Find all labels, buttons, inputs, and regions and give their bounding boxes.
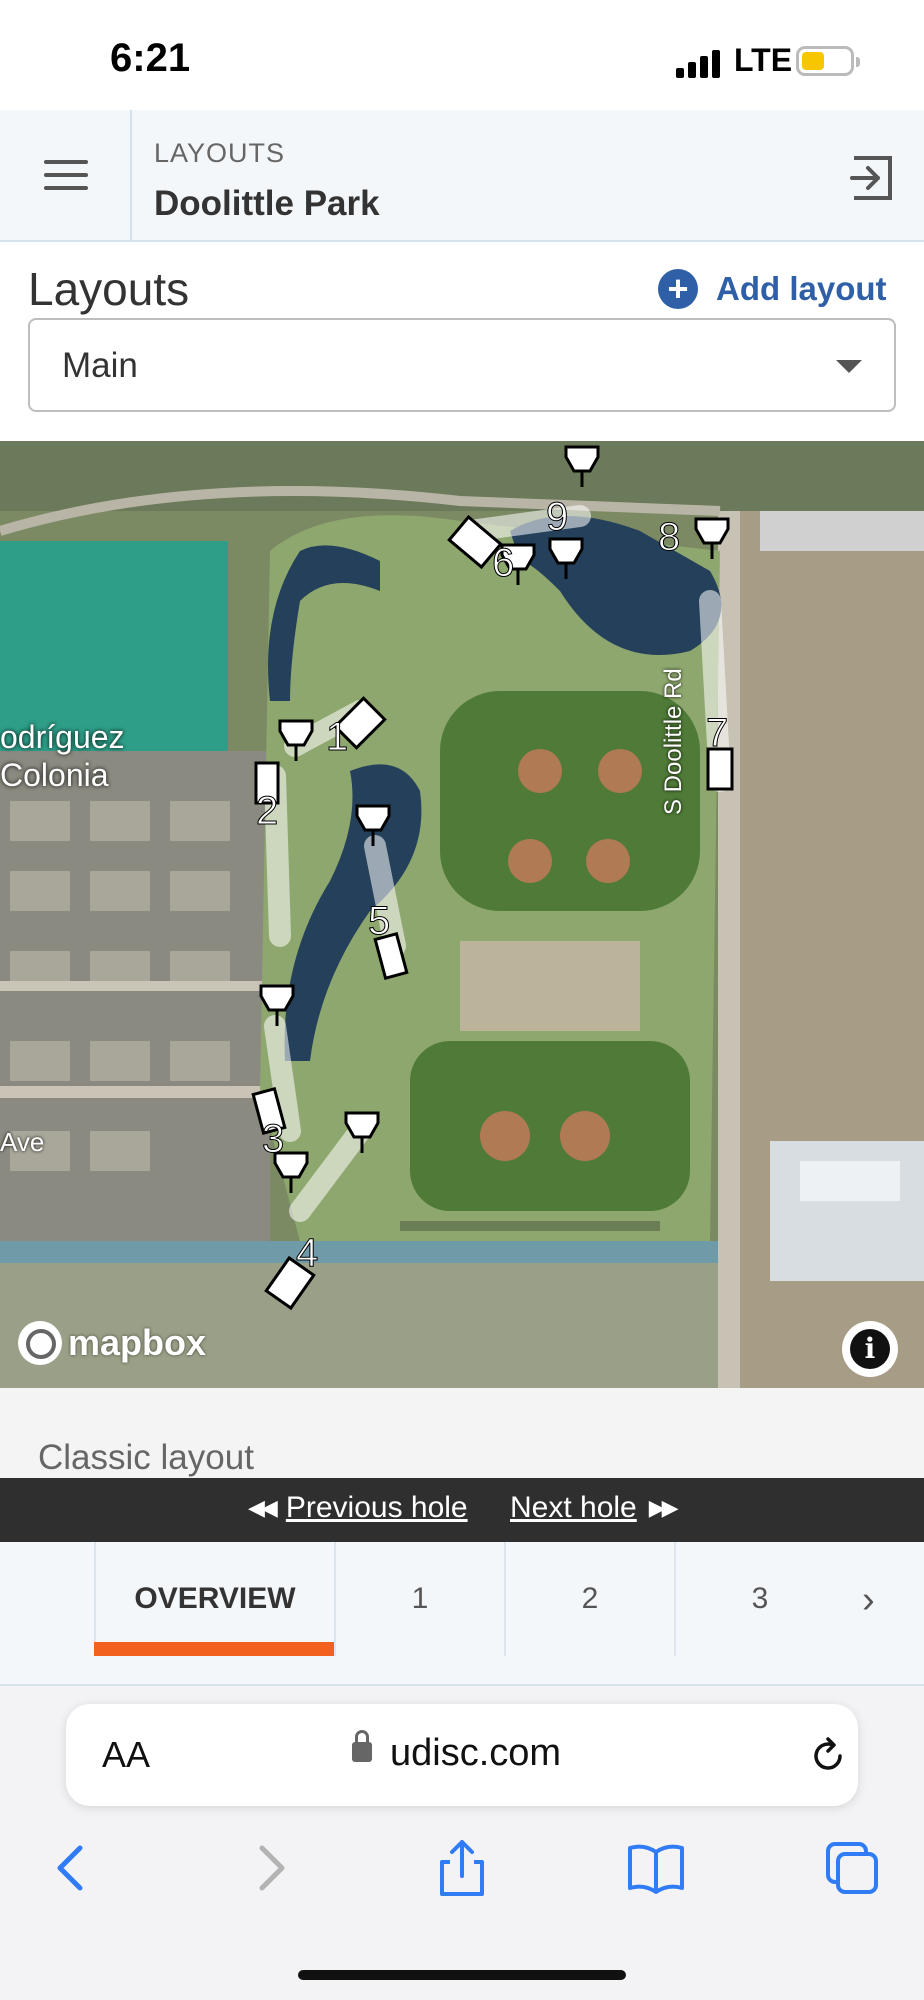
hole-number-8: 8 <box>657 515 681 560</box>
next-hole-link[interactable]: Next hole ▶▶ <box>510 1491 687 1525</box>
app-header: LAYOUTS Doolittle Park <box>0 110 924 242</box>
url-text: udisc.com <box>390 1732 562 1774</box>
chevron-right-icon[interactable]: › <box>862 1580 890 1620</box>
map-road-label: S Doolittle Rd <box>660 668 687 815</box>
status-bar: 6:21 LTE <box>0 0 924 110</box>
tab-hole-3[interactable]: 3 <box>674 1542 844 1656</box>
tab-overview[interactable]: OVERVIEW <box>94 1542 334 1656</box>
browser-chrome: AA udisc.com <box>0 1686 924 2000</box>
back-icon[interactable] <box>44 1838 104 1898</box>
hole-number-9: 9 <box>545 495 569 540</box>
next-hole-label: Next hole <box>510 1491 637 1524</box>
status-time: 6:21 <box>110 36 191 80</box>
hole-number-1: 1 <box>325 715 349 760</box>
plus-circle-icon: + <box>658 269 698 309</box>
mapbox-logo[interactable]: mapbox <box>18 1321 206 1365</box>
chevron-down-icon <box>836 360 862 373</box>
reload-icon[interactable] <box>808 1736 848 1781</box>
tab-hole-2[interactable]: 2 <box>504 1542 674 1656</box>
hole-tabs: OVERVIEW 1 2 3 › <box>0 1542 924 1686</box>
map-area-label: odríguez <box>0 719 125 755</box>
layout-select[interactable]: Main <box>28 318 896 412</box>
hole-number-5: 5 <box>367 899 391 944</box>
layout-description: Classic layout <box>0 1388 924 1478</box>
exit-icon[interactable] <box>848 154 898 202</box>
info-button[interactable]: i <box>842 1321 898 1377</box>
signal-icon <box>676 48 726 78</box>
hamburger-icon[interactable] <box>0 110 132 240</box>
bookmarks-icon[interactable] <box>626 1838 686 1898</box>
map-area-label-2: Colonia <box>0 757 109 793</box>
tabs-icon[interactable] <box>822 1838 882 1898</box>
previous-hole-link[interactable]: ◀◀ Previous hole <box>236 1491 468 1525</box>
course-map[interactable]: odríguez Colonia Ave S Doolittle Rd 1 2 … <box>0 441 924 1388</box>
hole-number-6: 6 <box>491 541 515 586</box>
page-title: Doolittle Park <box>154 184 380 223</box>
add-layout-label: Add layout <box>716 270 887 307</box>
share-icon[interactable] <box>432 1838 492 1898</box>
layout-select-value: Main <box>62 346 138 385</box>
previous-hole-label: Previous hole <box>285 1491 468 1524</box>
info-icon: i <box>850 1329 890 1369</box>
forward-icon[interactable] <box>238 1838 298 1898</box>
network-type: LTE <box>734 42 793 78</box>
lock-icon <box>352 1730 372 1762</box>
layouts-heading: Layouts <box>28 263 190 315</box>
hole-number-7: 7 <box>705 711 729 756</box>
tab-hole-1[interactable]: 1 <box>334 1542 504 1656</box>
add-layout-button[interactable]: + Add layout <box>658 268 887 310</box>
double-right-arrow-icon: ▶▶ <box>648 1495 679 1520</box>
mapbox-icon <box>18 1321 62 1365</box>
reader-settings-button[interactable]: AA <box>102 1734 150 1776</box>
mapbox-wordmark: mapbox <box>68 1322 207 1363</box>
map-street-label: Ave <box>0 1127 45 1157</box>
hole-number-3: 3 <box>261 1117 285 1162</box>
address-bar[interactable]: AA udisc.com <box>66 1704 858 1806</box>
battery-icon <box>796 46 860 76</box>
breadcrumb[interactable]: LAYOUTS <box>154 138 285 169</box>
home-indicator <box>298 1970 626 1980</box>
active-tab-indicator <box>94 1642 334 1656</box>
hole-number-4: 4 <box>295 1231 319 1276</box>
classic-layout-label: Classic layout <box>38 1438 254 1477</box>
hole-nav-bar: ◀◀ Previous hole Next hole ▶▶ <box>0 1478 924 1542</box>
double-left-arrow-icon: ◀◀ <box>248 1495 278 1520</box>
hole-number-2: 2 <box>255 789 279 834</box>
